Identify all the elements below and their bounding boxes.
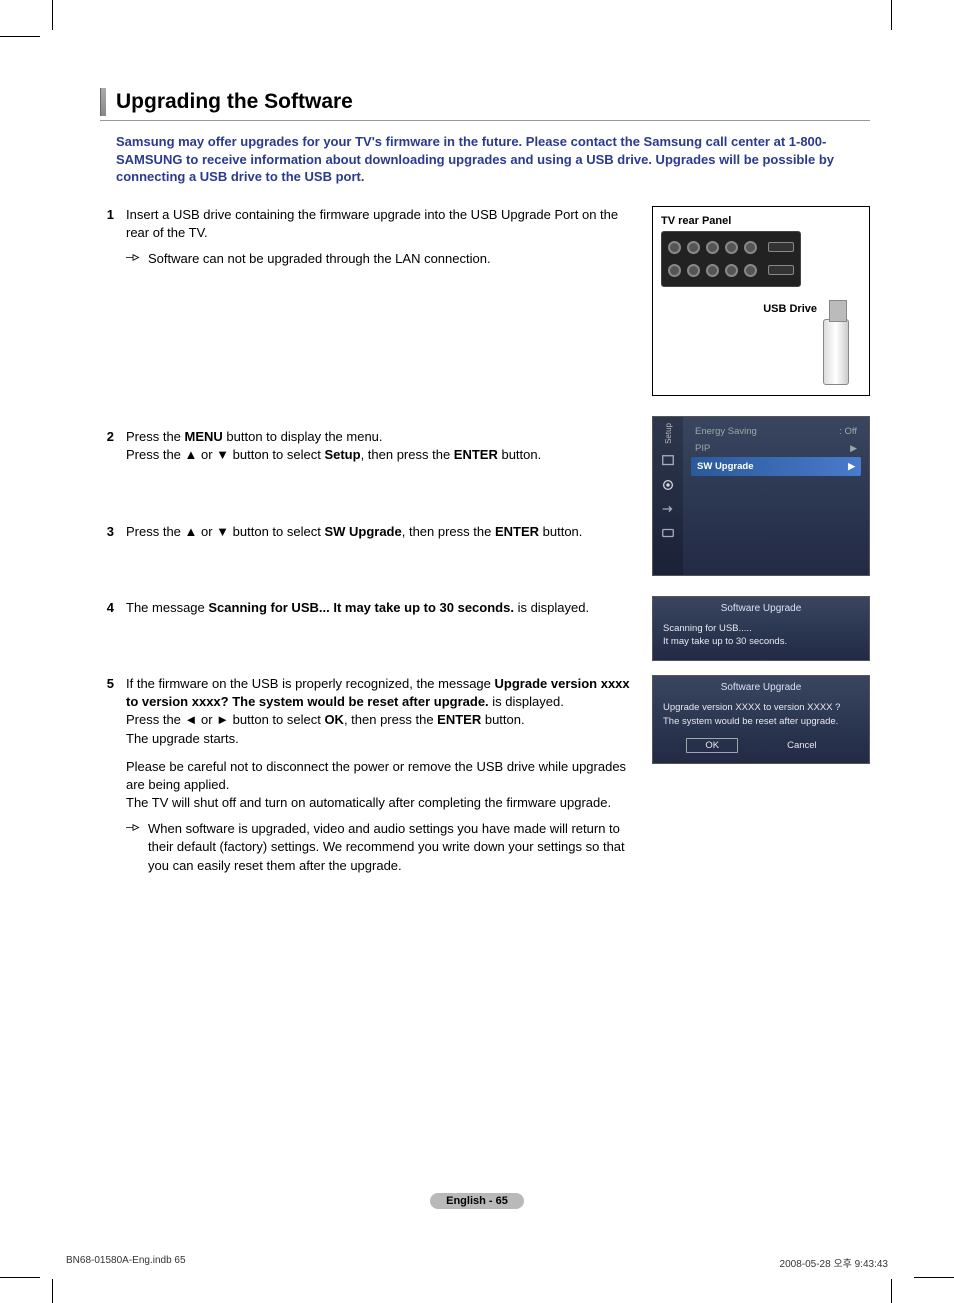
usb-drive-graphic (823, 319, 849, 385)
step-number: 4 (100, 599, 114, 617)
step-number: 1 (100, 206, 114, 269)
step-2: 2 Press the MENU button to display the m… (100, 428, 634, 464)
cancel-button[interactable]: Cancel (768, 738, 836, 753)
step-text: Insert a USB drive containing the firmwa… (126, 207, 618, 240)
input-icon (661, 502, 675, 516)
figure-label-usb: USB Drive (763, 303, 817, 315)
page-content: Upgrading the Software Samsung may offer… (100, 88, 870, 885)
step-4: 4 The message Scanning for USB... It may… (100, 599, 634, 617)
chevron-right-icon: ▶ (848, 461, 855, 472)
steps-column: 1 Insert a USB drive containing the firm… (100, 206, 634, 885)
title-accent (100, 88, 106, 116)
doc-timestamp: 2008-05-28 오후 9:43:43 (780, 1255, 888, 1270)
tv-rear-panel-figure: TV rear Panel USB Drive (652, 206, 870, 396)
osd-selected-row: SW Upgrade▶ (691, 457, 861, 476)
picture-icon (661, 454, 675, 468)
dialog-scanning: Software Upgrade Scanning for USB..... I… (652, 596, 870, 662)
gear-icon (661, 478, 675, 492)
dialog-confirm-upgrade: Software Upgrade Upgrade version XXXX to… (652, 675, 870, 764)
figures-column: TV rear Panel USB Drive Setup Energy (652, 206, 870, 885)
rear-panel-graphic (661, 231, 801, 287)
note-arrow-icon (126, 820, 140, 875)
step-number: 5 (100, 675, 114, 875)
step-number: 2 (100, 428, 114, 464)
section-title-bar: Upgrading the Software (100, 88, 870, 121)
ok-button[interactable]: OK (686, 738, 738, 753)
osd-tab-label: Setup (664, 423, 673, 444)
section-title: Upgrading the Software (116, 90, 353, 114)
page-number-footer: English - 65 (0, 1192, 954, 1209)
step-3: 3 Press the ▲ or ▼ button to select SW U… (100, 523, 634, 541)
page-badge: English - 65 (430, 1193, 524, 1209)
step-1: 1 Insert a USB drive containing the firm… (100, 206, 634, 269)
step-number: 3 (100, 523, 114, 541)
note-text: When software is upgraded, video and aud… (148, 820, 634, 875)
note-arrow-icon (126, 250, 140, 268)
dialog-title: Software Upgrade (653, 680, 869, 699)
osd-menu-figure: Setup Energy Saving: Off PIP▶ SW Upgrade… (652, 416, 870, 576)
step-5: 5 If the firmware on the USB is properly… (100, 675, 634, 875)
doc-id: BN68-01580A-Eng.indb 65 (66, 1255, 186, 1270)
figure-label-rear: TV rear Panel (661, 215, 731, 227)
chevron-right-icon: ▶ (850, 443, 857, 454)
note-text: Software can not be upgraded through the… (148, 250, 491, 268)
intro-paragraph: Samsung may offer upgrades for your TV's… (116, 133, 870, 186)
document-footer: BN68-01580A-Eng.indb 65 2008-05-28 오후 9:… (66, 1255, 888, 1270)
application-icon (661, 526, 675, 540)
dialog-title: Software Upgrade (653, 601, 869, 620)
